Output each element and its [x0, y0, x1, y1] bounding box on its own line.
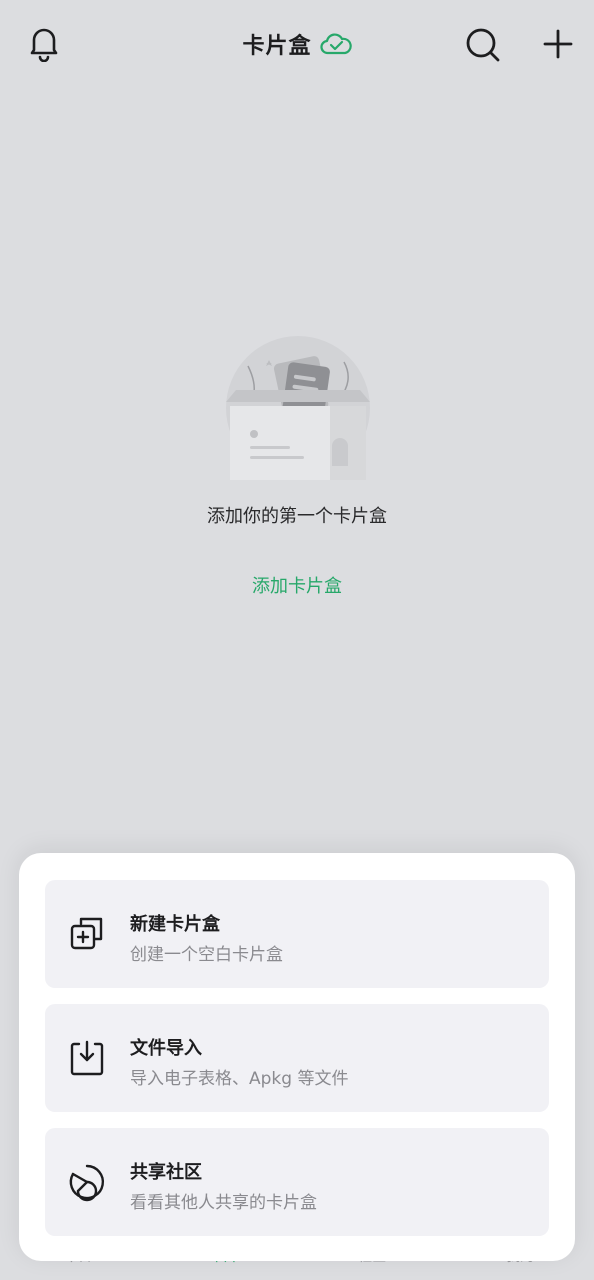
option-title: 文件导入 [130, 1038, 202, 1059]
community-option[interactable]: 共享社区 看看其他人共享的卡片盒 [45, 1128, 549, 1236]
option-subtitle: 导入电子表格、Apkg 等文件 [130, 1069, 349, 1089]
cloud-check-icon[interactable] [319, 33, 352, 55]
new-card-box-option[interactable]: 新建卡片盒 创建一个空白卡片盒 [45, 880, 549, 988]
option-title: 新建卡片盒 [130, 914, 220, 935]
plus-icon[interactable] [536, 22, 580, 66]
page-title: 卡片盒 [242, 34, 312, 59]
add-card-box-link[interactable]: 添加卡片盒 [0, 572, 594, 598]
top-bar: 卡片盒 [0, 0, 594, 90]
file-import-option[interactable]: 文件导入 导入电子表格、Apkg 等文件 [45, 1004, 549, 1112]
option-subtitle: 创建一个空白卡片盒 [130, 945, 283, 965]
community-icon [67, 1162, 107, 1202]
empty-state-message: 添加你的第一个卡片盒 [207, 506, 387, 527]
option-title: 共享社区 [130, 1162, 202, 1183]
search-icon[interactable] [460, 22, 506, 68]
action-sheet: 新建卡片盒 创建一个空白卡片盒 文件导入 导入电子表格、Apkg 等文件 共享社… [19, 853, 575, 1261]
new-box-icon [67, 914, 107, 954]
card-box-illustration [226, 336, 370, 480]
option-subtitle: 看看其他人共享的卡片盒 [130, 1193, 317, 1213]
import-icon [67, 1038, 107, 1078]
